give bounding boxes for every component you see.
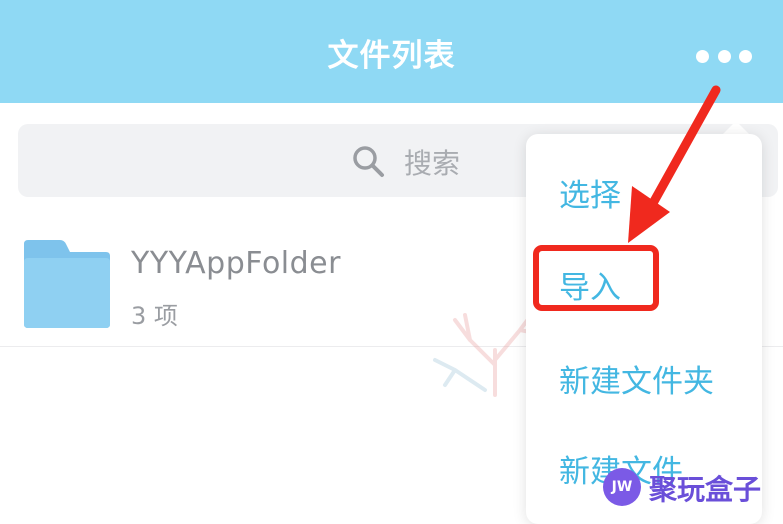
- top-nav-bar: 文件列表: [0, 0, 783, 103]
- menu-item-new-folder[interactable]: 新建文件夹: [559, 356, 714, 401]
- watermark-logo: JW 聚玩盒子: [603, 466, 783, 506]
- logo-text: 聚玩盒子: [649, 473, 762, 506]
- import-highlight-box: [533, 245, 659, 311]
- search-icon: [353, 146, 384, 177]
- file-name: YYYAppFolder: [131, 246, 341, 281]
- page-title: 文件列表: [327, 38, 456, 74]
- more-options-icon[interactable]: [696, 44, 752, 68]
- more-dot: [739, 49, 752, 63]
- menu-item-select[interactable]: 选择: [559, 170, 621, 215]
- search-placeholder: 搜索: [404, 147, 461, 180]
- folder-icon: [24, 240, 110, 328]
- logo-badge-icon: JW: [603, 468, 641, 506]
- more-dot: [696, 49, 709, 63]
- more-dot: [717, 49, 731, 63]
- menu-caret: [722, 121, 750, 135]
- file-item-count: 3 项: [131, 302, 178, 330]
